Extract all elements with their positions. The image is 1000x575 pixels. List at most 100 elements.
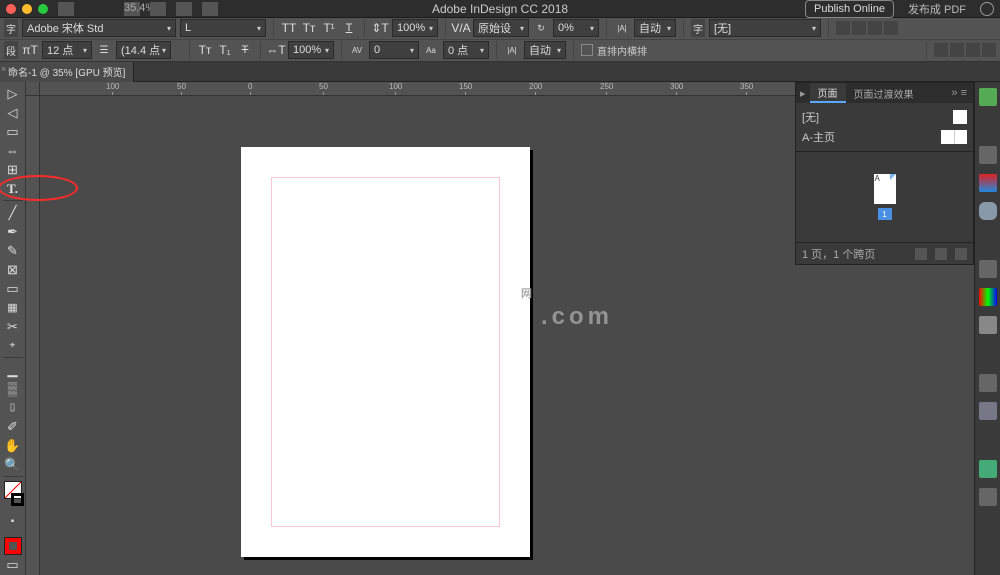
align-right-icon[interactable] (868, 21, 882, 35)
align-center-icon[interactable] (852, 21, 866, 35)
align-justify-right-icon[interactable] (966, 43, 980, 57)
font-family-field[interactable]: Adobe 宋体 Std▾ (22, 19, 176, 37)
delete-page-icon[interactable] (955, 248, 967, 260)
subscript-tt-icon[interactable]: T₁ (217, 42, 233, 58)
zoom-level[interactable]: 35.4% (124, 2, 140, 16)
line-tool[interactable]: ╱ (1, 203, 25, 222)
small-caps-icon[interactable]: Tᴛ (301, 20, 317, 36)
vscale-icon: ⇕T (372, 20, 388, 36)
edit-page-size-icon[interactable] (915, 248, 927, 260)
strike-icon[interactable]: T (237, 42, 253, 58)
screen-mode-tool[interactable]: ▭ (1, 555, 25, 574)
ruler-origin[interactable] (26, 82, 40, 96)
leading-field[interactable]: (14.4 点▾ (116, 41, 171, 59)
align-left-icon[interactable] (836, 21, 850, 35)
all-caps-icon[interactable]: TT (281, 20, 297, 36)
tatechuyoko-checkbox[interactable] (581, 44, 593, 56)
size-icon: πT (22, 42, 38, 58)
maximize-window-icon[interactable] (38, 4, 48, 14)
minimize-window-icon[interactable] (22, 4, 32, 14)
watermark: 网 .com (521, 287, 613, 332)
page-tool[interactable]: ▭ (1, 122, 25, 141)
scissors-tool[interactable]: ✂ (1, 317, 25, 336)
char-rotate-field[interactable]: 0%▾ (553, 19, 599, 37)
selection-tool[interactable]: ▷ (1, 84, 25, 103)
note-tool[interactable]: ▯ (1, 398, 25, 417)
tab-pages[interactable]: 页面 (810, 83, 846, 103)
search-icon[interactable] (980, 2, 994, 16)
layers-icon[interactable] (979, 174, 997, 192)
stroke-panel-icon[interactable] (979, 260, 997, 278)
grid-tool[interactable]: ▦ (1, 298, 25, 317)
aki-after-field[interactable]: 自动▾ (524, 41, 566, 59)
gradient-swatch-tool[interactable]: ▁ (1, 360, 25, 379)
rectangle-tool[interactable]: ▭ (1, 279, 25, 298)
align-justify-all-icon[interactable] (982, 43, 996, 57)
tracking-icon: AV (349, 42, 365, 58)
bookmark-panel-icon[interactable] (979, 374, 997, 392)
screen-mode-icon[interactable] (176, 2, 192, 16)
character-mode-button[interactable]: 字 (4, 19, 18, 37)
bridge-icon[interactable] (58, 2, 74, 16)
font-style-field[interactable]: L▾ (180, 19, 266, 37)
content-collector-tool[interactable]: ⊞ (1, 160, 25, 179)
pencil-tool[interactable]: ✎ (1, 241, 25, 260)
vertical-scale-field[interactable]: 100%▾ (392, 19, 438, 37)
pen-tool[interactable]: ✒ (1, 222, 25, 241)
swatches-panel-icon[interactable] (979, 316, 997, 334)
object-styles-icon[interactable] (979, 460, 997, 478)
hand-tool[interactable]: ✋ (1, 436, 25, 455)
new-page-icon[interactable] (935, 248, 947, 260)
color-panel-icon[interactable] (979, 288, 997, 306)
underline-icon[interactable]: T (341, 20, 357, 36)
close-window-icon[interactable] (6, 4, 16, 14)
pdf-menu[interactable]: 发布成 PDF (908, 1, 966, 17)
gap-tool[interactable]: ⇔ (1, 141, 25, 160)
arrange-icon[interactable] (202, 2, 218, 16)
document-tab[interactable]: 命名-1 @ 35% [GPU 预览] (0, 62, 134, 82)
view-options-icon[interactable] (150, 2, 166, 16)
master-a-row[interactable]: A-主页 (796, 127, 973, 147)
zoom-tool[interactable]: 🔍 (1, 455, 25, 474)
align-icons-row2 (934, 43, 996, 57)
stroke-swatch[interactable] (11, 493, 24, 506)
caps-tt-icon[interactable]: Tт (197, 42, 213, 58)
paragraph-mode-button[interactable]: 段 (4, 41, 18, 59)
title-bar: 35.4% Adobe InDesign CC 2018 Publish Onl… (0, 0, 1000, 18)
page[interactable] (241, 147, 530, 557)
gradient-feather-tool[interactable]: ▒ (1, 379, 25, 398)
baseline-shift-field[interactable]: 0 点▾ (443, 41, 489, 59)
free-transform-tool[interactable]: ⌖ (1, 336, 25, 355)
tracking-field[interactable]: 0▾ (369, 41, 419, 59)
master-none-row[interactable]: [无] (796, 107, 973, 127)
page-number-badge[interactable]: 1 (878, 208, 892, 220)
font-size-field[interactable]: 12 点▾ (42, 41, 92, 59)
char-style-field[interactable]: [无]▾ (709, 19, 821, 37)
horizontal-scale-field[interactable]: 100%▾ (288, 41, 334, 59)
align-justify-left-icon[interactable] (884, 21, 898, 35)
character-panel-icon[interactable] (979, 402, 997, 420)
eyedropper-tool[interactable]: ✐ (1, 417, 25, 436)
format-container-swatch[interactable] (4, 537, 22, 555)
align-justify-center-icon[interactable] (950, 43, 964, 57)
panel-menu-icon[interactable]: » ≡ (945, 87, 973, 99)
superscript-icon[interactable]: T¹ (321, 20, 337, 36)
pages-icon[interactable] (979, 146, 997, 164)
page-1-thumbnail[interactable]: A (874, 174, 896, 204)
type-tool[interactable]: T. (1, 179, 25, 198)
aki-before-field[interactable]: 自动▾ (634, 19, 676, 37)
kerning-field[interactable]: 原始设▾ (473, 19, 529, 37)
vertical-ruler[interactable] (26, 96, 40, 575)
close-panel-x[interactable]: × ▸ (1, 64, 13, 75)
master-a-thumb (941, 130, 967, 144)
paragraph-styles-icon[interactable] (979, 488, 997, 506)
align-justify-icon[interactable] (934, 43, 948, 57)
publish-online-button[interactable]: Publish Online (805, 0, 894, 18)
direct-selection-tool[interactable]: ◁ (1, 103, 25, 122)
cc-libraries-icon[interactable] (979, 88, 997, 106)
tab-page-transitions[interactable]: 页面过渡效果 (846, 83, 922, 103)
pages-panel-collapse-icon[interactable]: ▸ (796, 87, 810, 100)
apply-color-icon[interactable]: ▪ (1, 512, 25, 531)
links-icon[interactable] (979, 202, 997, 220)
rectangle-frame-tool[interactable]: ⊠ (1, 260, 25, 279)
